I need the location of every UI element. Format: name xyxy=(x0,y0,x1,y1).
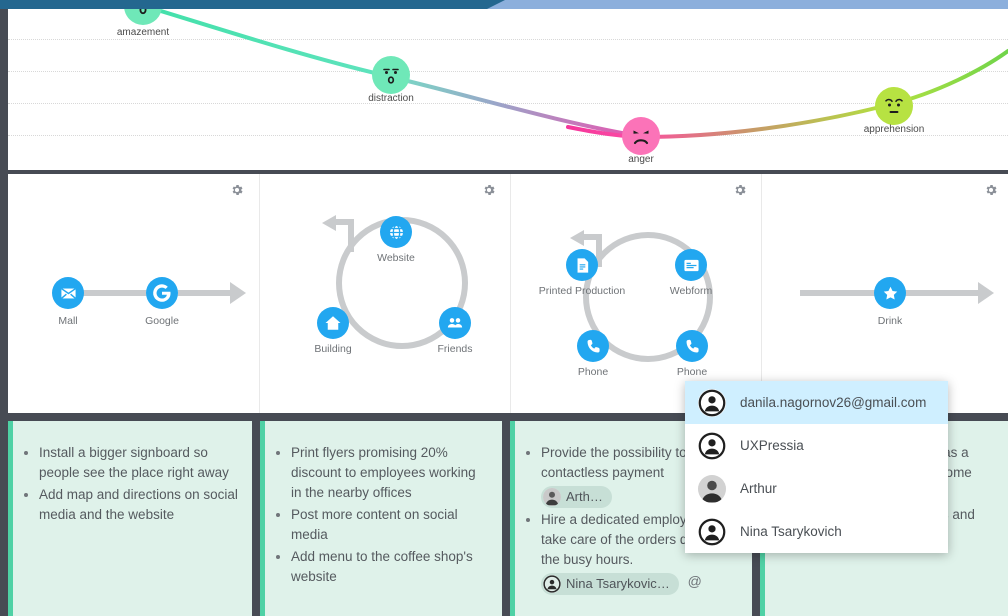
emotion-label-amazement: amazement xyxy=(116,27,170,38)
list-item[interactable]: Add menu to the coffee shop's website xyxy=(291,547,488,587)
home-icon xyxy=(325,316,341,330)
top-progress-bar[interactable] xyxy=(0,0,1008,9)
flow-arrow-head xyxy=(230,282,246,304)
channel-node-building[interactable] xyxy=(317,307,349,339)
channel-node-webform[interactable] xyxy=(675,249,707,281)
insight-list: Print flyers promising 20% discount to e… xyxy=(265,421,502,587)
mention-trigger[interactable]: @ xyxy=(688,573,702,589)
distraction-face xyxy=(383,68,399,84)
list-item[interactable]: Install a bigger signboard so people see… xyxy=(39,443,238,483)
channel-column-4: Drink xyxy=(761,174,1008,413)
channel-column-2: Website Friends Building xyxy=(259,174,511,413)
mention-option-1[interactable]: UXPressia xyxy=(685,424,948,467)
star-icon xyxy=(883,286,897,300)
phone-icon xyxy=(686,339,699,352)
gear-icon[interactable] xyxy=(984,183,998,197)
insight-card-2[interactable]: Print flyers promising 20% discount to e… xyxy=(260,421,502,616)
emotion-chart-panel: amazement distraction anger apprehension xyxy=(8,9,1008,170)
mention-option-label: Arthur xyxy=(740,481,777,496)
gear-icon[interactable] xyxy=(230,183,244,197)
channel-node-website[interactable] xyxy=(380,216,412,248)
channel-node-phone-2[interactable] xyxy=(676,330,708,362)
person-avatar xyxy=(698,431,726,460)
insight-card-1[interactable]: Install a bigger signboard so people see… xyxy=(8,421,252,616)
channel-column-3: Printed Production Webform Phone Phone xyxy=(510,174,762,413)
channel-node-phone-1[interactable] xyxy=(577,330,609,362)
channel-node-google[interactable] xyxy=(146,277,178,309)
mention-option-label: Nina Tsarykovich xyxy=(740,524,842,539)
mention-option-2[interactable]: Arthur xyxy=(685,467,948,510)
journey-map-app: amazement distraction anger apprehension… xyxy=(0,0,1008,616)
emotion-point-anger[interactable] xyxy=(622,117,660,155)
channel-node-printed-production[interactable] xyxy=(566,249,598,281)
channel-label-friends: Friends xyxy=(437,343,473,355)
emotion-label-distraction: distraction xyxy=(368,93,414,104)
mention-option-label: UXPressia xyxy=(740,438,804,453)
channel-label-phone-1: Phone xyxy=(577,366,609,378)
photo-avatar-icon xyxy=(543,488,561,506)
gear-icon[interactable] xyxy=(482,183,496,197)
emotion-point-distraction[interactable] xyxy=(372,56,410,94)
mention-chip[interactable]: Nina Tsarykovic… xyxy=(541,573,679,595)
gear-icon[interactable] xyxy=(733,183,747,197)
anger-face xyxy=(633,130,649,145)
emotion-point-apprehension[interactable] xyxy=(875,87,913,125)
list-item[interactable]: Print flyers promising 20% discount to e… xyxy=(291,443,488,503)
channel-column-1: Mall Google xyxy=(8,174,259,413)
envelope-icon xyxy=(60,287,76,299)
channel-node-mall[interactable] xyxy=(52,277,84,309)
people-icon xyxy=(447,318,463,328)
person-avatar-icon xyxy=(698,389,726,416)
channel-label-phone-2: Phone xyxy=(676,366,708,378)
amazement-face xyxy=(139,9,147,15)
emotion-label-anger: anger xyxy=(628,154,654,165)
webform-icon xyxy=(683,259,699,271)
person-avatar xyxy=(698,517,726,546)
document-icon xyxy=(577,257,588,273)
mention-option-0[interactable]: danila.nagornov26@gmail.com xyxy=(685,381,948,424)
channel-label-website: Website xyxy=(377,252,415,264)
mention-chip[interactable]: Arth… xyxy=(541,486,612,508)
apprehension-face xyxy=(885,98,903,113)
mention-suggestions-dropdown[interactable]: danila.nagornov26@gmail.com UXPressia Ar… xyxy=(685,381,948,553)
printed-production-text: Printed Production xyxy=(538,285,626,297)
person-avatar xyxy=(543,575,561,593)
mention-chip-label: Nina Tsarykovic… xyxy=(566,576,670,591)
mention-option-label: danila.nagornov26@gmail.com xyxy=(740,395,927,410)
flow-arrow-head xyxy=(978,282,994,304)
channel-label-building: Building xyxy=(314,343,352,355)
globe-icon xyxy=(388,224,404,240)
person-avatar-icon xyxy=(698,432,726,459)
flow-loop-arrow xyxy=(322,215,354,252)
list-item[interactable]: Add map and directions on social media a… xyxy=(39,485,238,525)
insight-list: Install a bigger signboard so people see… xyxy=(13,421,252,525)
photo-avatar xyxy=(543,488,561,506)
emotion-label-apprehension: apprehension xyxy=(863,124,925,135)
mention-chip-label: Arth… xyxy=(566,489,603,504)
google-icon xyxy=(146,277,178,309)
phone-icon xyxy=(587,339,600,352)
channel-label-drink: Drink xyxy=(877,315,903,327)
channel-label-printed-production: Printed Production xyxy=(539,285,625,297)
person-avatar xyxy=(698,388,726,417)
person-avatar-icon xyxy=(698,518,726,545)
mention-option-3[interactable]: Nina Tsarykovich xyxy=(685,510,948,553)
channels-panel: Mall Google Website Friends Building Pri… xyxy=(8,174,1008,413)
channel-node-drink[interactable] xyxy=(874,277,906,309)
channel-label-mall: Mall xyxy=(58,315,78,327)
channel-label-webform: Webform xyxy=(669,285,713,297)
photo-avatar-icon xyxy=(698,474,726,503)
channel-node-friends[interactable] xyxy=(439,307,471,339)
photo-avatar xyxy=(698,474,726,503)
channel-label-google: Google xyxy=(145,315,179,327)
progress-fill xyxy=(0,0,505,9)
list-item[interactable]: Post more content on social media xyxy=(291,505,488,545)
person-avatar-icon xyxy=(543,575,561,593)
